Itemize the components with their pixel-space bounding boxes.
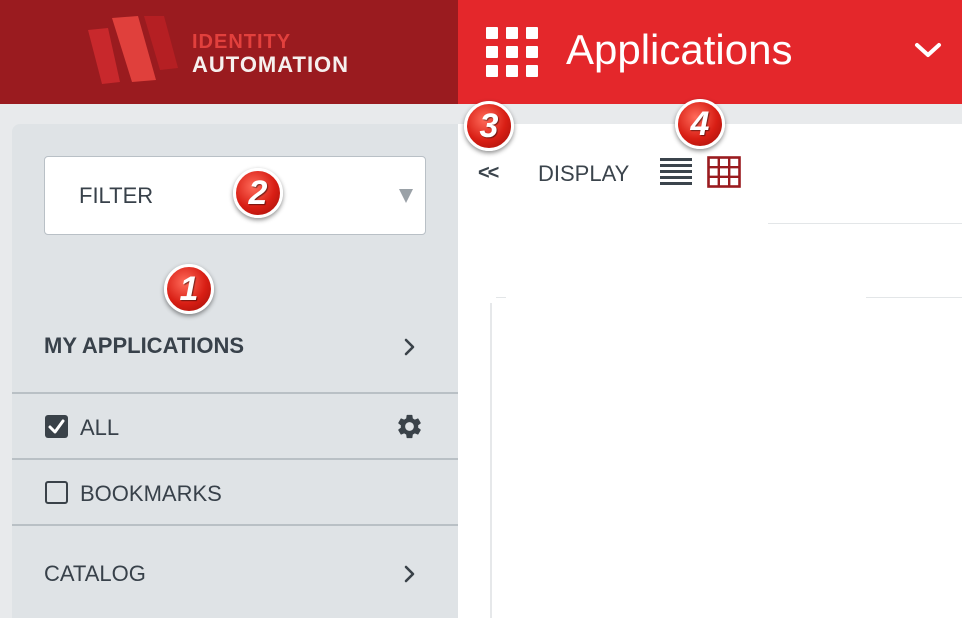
checkmark-icon: [48, 419, 65, 434]
callout-badge-2: 2: [233, 168, 283, 218]
dropdown-caret-icon: [399, 189, 413, 203]
catalog-label: CATALOG: [44, 561, 146, 586]
bookmarks-label: BOOKMARKS: [80, 481, 222, 506]
filter-item-all[interactable]: [12, 394, 458, 458]
card-border: [866, 297, 962, 298]
toolbar-divider: [768, 223, 962, 224]
all-label: ALL: [80, 415, 120, 440]
card-border: [496, 297, 506, 298]
main-content: [458, 124, 962, 618]
grid-view-icon[interactable]: [707, 156, 741, 188]
identity-automation-logo-icon: [88, 16, 178, 84]
filter-label: FILTER: [79, 183, 154, 208]
apps-grid-icon[interactable]: [486, 27, 538, 77]
brand-logo-text: IDENTITY AUTOMATION: [192, 32, 392, 78]
callout-badge-4: 4: [675, 99, 725, 149]
collapse-sidebar-button[interactable]: <<: [478, 163, 499, 183]
callout-badge-1: 1: [164, 264, 214, 314]
page-title: Applications: [566, 26, 793, 73]
brand-line-identity: IDENTITY: [192, 31, 292, 53]
gear-icon[interactable]: [395, 412, 424, 441]
brand-line-automation: AUTOMATION: [192, 52, 350, 77]
all-checkbox[interactable]: [45, 415, 68, 438]
filter-item-bookmarks[interactable]: [12, 460, 458, 524]
chevron-right-icon: [404, 338, 415, 356]
my-applications-label: MY APPLICATIONS: [44, 333, 245, 358]
chevron-right-icon: [404, 565, 415, 583]
callout-badge-3: 3: [464, 101, 514, 151]
display-label: DISPLAY: [538, 161, 630, 186]
bookmarks-checkbox[interactable]: [45, 481, 68, 504]
card-border: [490, 303, 492, 618]
chevron-down-icon[interactable]: [914, 40, 942, 60]
list-view-icon[interactable]: [660, 158, 692, 188]
